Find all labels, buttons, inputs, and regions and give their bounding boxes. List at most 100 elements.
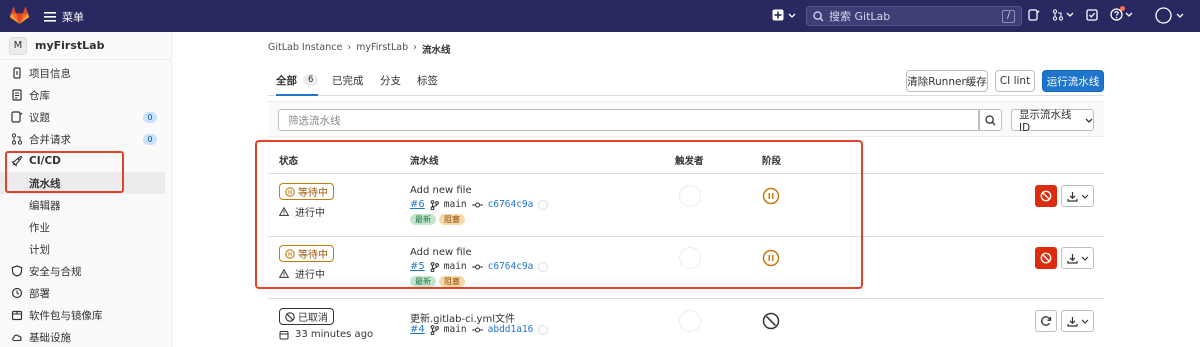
status-subtext-label: 33 minutes ago — [295, 329, 374, 340]
commit-author-avatar[interactable] — [538, 324, 549, 335]
commit-sha-link[interactable]: abdd1a16 — [488, 324, 534, 335]
chevron-down-icon — [1066, 12, 1074, 17]
sidebar-item-packages[interactable]: 软件包与镜像库 — [0, 304, 171, 326]
download-icon — [1066, 316, 1078, 327]
sidebar-item-issues[interactable]: 议题 0 — [0, 106, 171, 128]
branch-icon — [430, 324, 439, 335]
sidebar-item-label: 项目信息 — [29, 67, 71, 80]
branch-name[interactable]: main — [444, 324, 467, 335]
avatar — [1155, 7, 1172, 24]
gitlab-logo-icon[interactable] — [10, 7, 29, 25]
canceled-circle-icon — [285, 311, 295, 322]
calendar-icon — [279, 330, 289, 340]
merge-requests-dropdown[interactable] — [1052, 8, 1074, 21]
dropdown-label: 显示流水线ID — [1019, 108, 1072, 134]
sidebar-subitem-label: 计划 — [29, 243, 50, 256]
sidebar-subitem-schedules[interactable]: 计划 — [0, 238, 171, 260]
new-dropdown[interactable] — [772, 9, 796, 21]
help-dropdown[interactable] — [1110, 6, 1133, 21]
pipeline-id-link[interactable]: #4 — [410, 324, 425, 335]
cancel-pipeline-button[interactable] — [1035, 247, 1057, 269]
download-artifacts-dropdown[interactable] — [1061, 247, 1094, 269]
search-shortcut-hint: / — [1002, 9, 1015, 23]
commit-icon — [471, 326, 483, 334]
tab-label: 全部 — [276, 74, 297, 87]
tab-label: 标签 — [417, 75, 438, 87]
tab-tags[interactable]: 标签 — [417, 66, 438, 95]
stage-canceled-icon[interactable] — [762, 312, 780, 330]
breadcrumb-current[interactable]: 流水线 — [422, 42, 451, 56]
sidebar-item-security[interactable]: 安全与合规 — [0, 260, 171, 282]
sidebar-subitem-editor[interactable]: 编辑器 — [0, 194, 171, 216]
project-avatar: M — [9, 36, 27, 55]
tab-label: 已完成 — [332, 75, 364, 87]
menu-label: 菜单 — [62, 11, 84, 24]
pipeline-id-dropdown[interactable]: 显示流水线ID — [1011, 108, 1094, 134]
issues-icon — [11, 111, 23, 123]
search-icon — [813, 10, 824, 22]
cancel-icon — [1040, 252, 1052, 264]
deploy-icon — [11, 287, 23, 299]
run-pipeline-button[interactable]: 运行流水线 — [1042, 70, 1104, 92]
chevron-down-icon — [1081, 256, 1089, 261]
info-icon — [11, 67, 23, 79]
shield-icon — [11, 265, 23, 277]
tab-label: 分支 — [380, 75, 401, 87]
download-artifacts-dropdown[interactable] — [1061, 185, 1094, 207]
sidebar-item-label: 部署 — [29, 287, 50, 300]
chevron-down-icon — [1085, 118, 1093, 123]
retry-icon — [1040, 315, 1052, 327]
tab-branches[interactable]: 分支 — [380, 66, 401, 95]
sidebar-item-infrastructure[interactable]: 基础设施 — [0, 326, 171, 347]
status-label: 已取消 — [298, 313, 328, 324]
chevron-down-icon — [1125, 12, 1133, 17]
sidebar-item-project-info[interactable]: 项目信息 — [0, 62, 171, 84]
download-icon — [1066, 191, 1078, 202]
chevron-down-icon — [1081, 319, 1089, 324]
breadcrumb-item[interactable]: myFirstLab — [356, 42, 408, 56]
search-icon — [985, 114, 996, 126]
cancel-pipeline-button[interactable] — [1035, 185, 1057, 207]
breadcrumb-item[interactable]: GitLab Instance — [268, 42, 342, 56]
issues-nav-icon[interactable] — [1028, 8, 1040, 21]
cloud-icon — [11, 331, 23, 343]
plus-square-icon — [772, 9, 784, 21]
todo-icon[interactable] — [1086, 8, 1098, 21]
ci-lint-button[interactable]: CI lint — [995, 70, 1035, 92]
sidebar-item-merge-requests[interactable]: 合并请求 0 — [0, 128, 171, 150]
count-badge: 0 — [143, 134, 157, 145]
download-icon — [1066, 253, 1078, 264]
breadcrumb: GitLab Instance › myFirstLab › 流水线 — [268, 42, 450, 56]
sidebar-subitem-label: 作业 — [29, 221, 50, 234]
pipeline-title[interactable]: 更新.gitlab-ci.yml文件 — [410, 310, 515, 325]
filter-pipelines-input[interactable]: 筛选流水线 — [278, 109, 979, 131]
project-header[interactable]: M myFirstLab — [0, 32, 171, 60]
doc-icon — [11, 89, 23, 101]
merge-request-icon — [11, 133, 23, 145]
hamburger-icon — [44, 12, 56, 22]
triggerer-avatar[interactable] — [679, 310, 701, 332]
highlight-annotation-table — [255, 140, 863, 289]
top-navbar: 菜单 搜索 GitLab / — [0, 0, 1200, 32]
sidebar-item-label: 合并请求 — [29, 133, 71, 146]
sidebar-subitem-jobs[interactable]: 作业 — [0, 216, 171, 238]
chevron-down-icon — [1081, 194, 1089, 199]
retry-pipeline-button[interactable] — [1035, 310, 1057, 332]
sidebar-item-repository[interactable]: 仓库 — [0, 84, 171, 106]
filter-search-button[interactable] — [979, 109, 1002, 131]
search-input[interactable]: 搜索 GitLab / — [806, 6, 1022, 26]
breadcrumb-separator: › — [413, 42, 417, 53]
sidebar-item-label: 议题 — [29, 111, 50, 124]
sidebar-item-deployments[interactable]: 部署 — [0, 282, 171, 304]
user-menu[interactable] — [1155, 7, 1184, 24]
tab-finished[interactable]: 已完成 — [332, 66, 364, 95]
download-artifacts-dropdown[interactable] — [1061, 310, 1094, 332]
search-placeholder: 搜索 GitLab — [829, 10, 891, 23]
status-badge[interactable]: 已取消 — [279, 308, 334, 325]
count-badge: 0 — [143, 112, 157, 123]
sidebar-item-label: 安全与合规 — [29, 265, 82, 278]
tab-all[interactable]: 全部 6 — [276, 66, 319, 96]
menu-button[interactable]: 菜单 — [44, 9, 84, 25]
chevron-down-icon — [1176, 13, 1184, 18]
clear-runner-cache-button[interactable]: 清除Runner缓存 — [906, 70, 988, 92]
